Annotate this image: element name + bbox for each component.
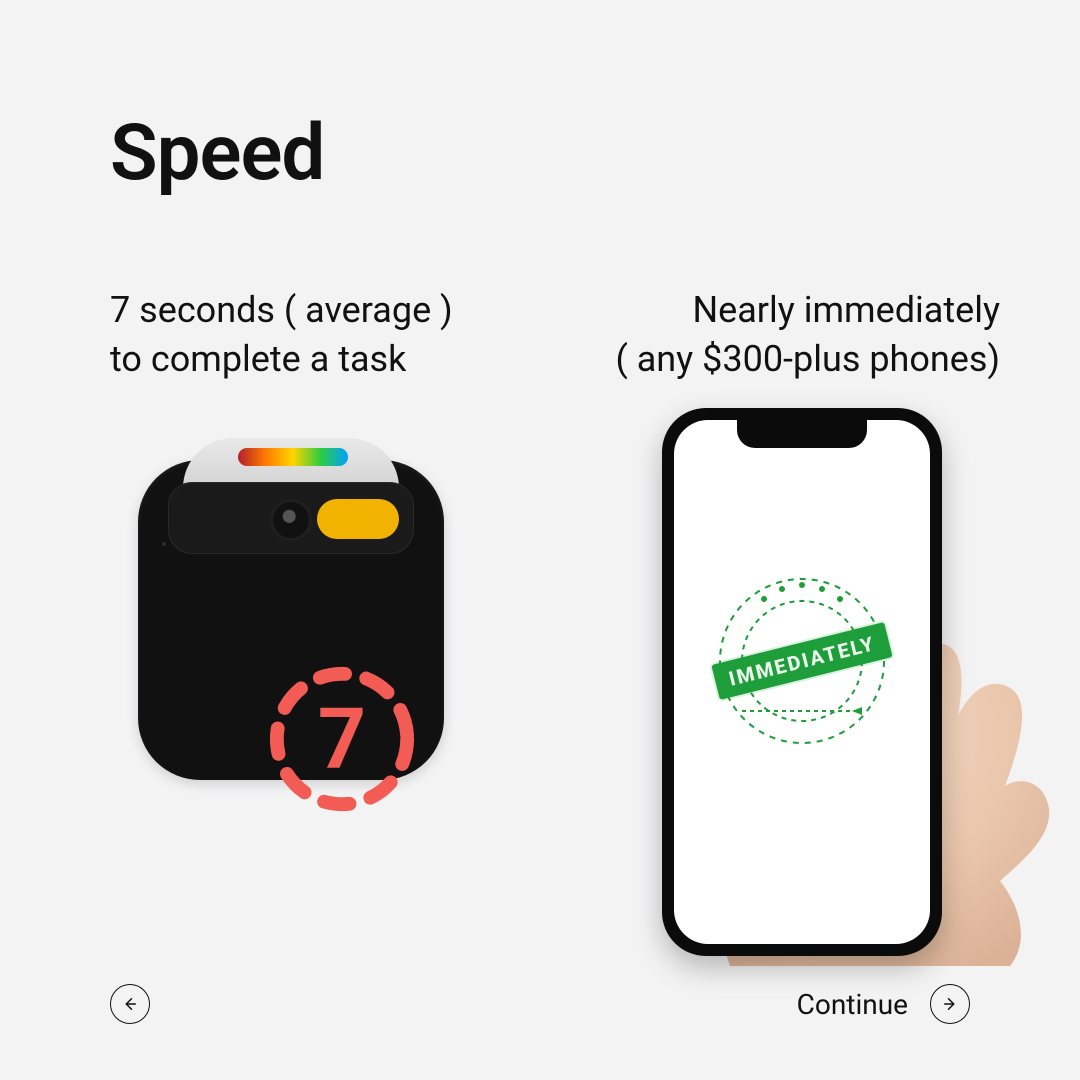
arrow-right-icon xyxy=(941,995,959,1013)
phone-notch xyxy=(737,420,867,448)
device-button-pill xyxy=(317,499,399,539)
seconds-value: 7 xyxy=(263,660,421,818)
immediately-stamp: IMMEDIATELY xyxy=(702,561,902,761)
mic-dot-icon xyxy=(162,542,166,546)
right-caption-line1: Nearly immediately xyxy=(615,286,1000,335)
footer-nav: Continue xyxy=(110,984,970,1024)
device-sensor-bar xyxy=(168,482,414,554)
device-top-light xyxy=(238,448,348,466)
camera-icon xyxy=(270,499,312,541)
phone-screen: IMMEDIATELY xyxy=(674,420,930,944)
phone-frame: IMMEDIATELY xyxy=(662,408,942,956)
continue-button[interactable] xyxy=(930,984,970,1024)
phone-in-hand-image: IMMEDIATELY xyxy=(600,408,1020,948)
seconds-badge: 7 xyxy=(263,660,421,818)
arrow-left-icon xyxy=(121,995,139,1013)
page-title: Speed xyxy=(110,108,324,199)
left-caption: 7 seconds ( average ) to complete a task xyxy=(110,286,453,383)
right-caption: Nearly immediately ( any $300-plus phone… xyxy=(615,286,1000,383)
continue-label: Continue xyxy=(797,988,908,1021)
right-caption-line2: ( any $300-plus phones) xyxy=(615,335,1000,384)
left-caption-line1: 7 seconds ( average ) xyxy=(110,286,453,335)
back-button[interactable] xyxy=(110,984,150,1024)
left-caption-line2: to complete a task xyxy=(110,335,453,384)
